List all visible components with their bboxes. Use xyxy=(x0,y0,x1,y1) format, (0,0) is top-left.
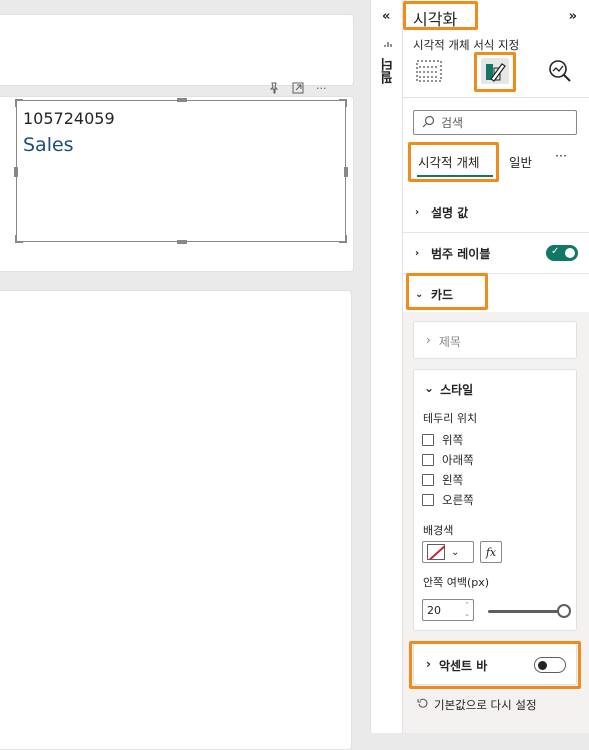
checkbox-label: 아래쪽 xyxy=(442,453,474,467)
highlight-box xyxy=(403,1,478,30)
checkbox[interactable] xyxy=(422,494,434,506)
no-color-swatch xyxy=(427,544,445,560)
resize-handle[interactable] xyxy=(339,235,347,243)
subsection-label: 제목 xyxy=(438,335,461,349)
visual-tile-top[interactable] xyxy=(0,14,354,86)
chevron-right-icon: › xyxy=(415,247,420,259)
section-callout-value[interactable]: › 설명 값 xyxy=(403,192,589,232)
resize-handle[interactable] xyxy=(14,167,18,177)
conditional-format-button[interactable]: fx xyxy=(480,541,502,563)
section-label: 설명 값 xyxy=(431,205,469,220)
resize-handle[interactable] xyxy=(344,167,348,177)
more-options-icon[interactable]: ··· xyxy=(316,83,327,95)
reset-to-default-button[interactable]: 기본값으로 다시 설정 xyxy=(417,697,537,713)
filters-pane-collapsed[interactable]: « 필터 xyxy=(370,0,402,733)
checkbox-bottom[interactable]: 아래쪽 xyxy=(422,452,474,468)
filters-label[interactable]: 필터 xyxy=(379,58,398,84)
card-value: 105724059 xyxy=(23,109,115,128)
checkbox[interactable] xyxy=(422,474,434,486)
padding-slider-track[interactable] xyxy=(488,610,562,613)
subsection-style: ⌄ 스타일 테두리 위치 위쪽 아래쪽 왼쪽 오른쪽 배경색 ⌄ fx 안쪽 여… xyxy=(413,369,577,631)
background-color-label: 배경색 xyxy=(423,524,454,537)
expand-pane-icon[interactable]: » xyxy=(569,9,577,24)
highlight-box xyxy=(474,52,516,92)
checkbox-label: 위쪽 xyxy=(442,433,464,447)
report-canvas: ··· 105724059 Sales xyxy=(0,0,370,750)
tab-more-options[interactable]: ··· xyxy=(555,148,567,163)
section-label: 범주 레이블 xyxy=(431,246,491,261)
stepper-arrows-icon[interactable]: ⌃ ⌄ xyxy=(464,601,470,619)
reset-label: 기본값으로 다시 설정 xyxy=(434,698,537,712)
resize-handle[interactable] xyxy=(15,99,23,107)
divider xyxy=(403,97,589,98)
pane-subtitle: 시각적 개체 서식 지정 xyxy=(413,38,520,52)
search-input[interactable] xyxy=(441,115,561,130)
checkbox-label: 오른쪽 xyxy=(442,493,474,507)
checkbox-right[interactable]: 오른쪽 xyxy=(422,492,474,508)
card-visual[interactable]: 105724059 Sales xyxy=(14,98,348,244)
checkbox-left[interactable]: 왼쪽 xyxy=(422,472,463,488)
pin-icon[interactable] xyxy=(268,82,280,97)
build-visual-icon[interactable] xyxy=(415,58,443,84)
subsection-title[interactable]: › 제목 xyxy=(413,321,577,359)
highlight-box xyxy=(409,641,581,689)
resize-handle[interactable] xyxy=(15,235,23,243)
focus-mode-icon[interactable] xyxy=(292,82,304,97)
border-position-label: 테두리 위치 xyxy=(423,412,478,425)
padding-input[interactable] xyxy=(427,603,455,617)
collapse-filters-icon[interactable]: « xyxy=(382,9,390,24)
chevron-right-icon: › xyxy=(426,333,431,347)
checkbox[interactable] xyxy=(422,454,434,466)
style-header[interactable]: ⌄ 스타일 xyxy=(424,381,473,398)
visual-tile-bottom[interactable] xyxy=(0,290,352,750)
background-color-picker[interactable]: ⌄ xyxy=(422,541,474,563)
padding-slider-thumb[interactable] xyxy=(557,604,571,618)
tab-general[interactable]: 일반 xyxy=(509,152,532,171)
search-box[interactable] xyxy=(413,110,577,135)
resize-handle[interactable] xyxy=(339,99,347,107)
highlight-box xyxy=(406,273,488,310)
checkbox-label: 왼쪽 xyxy=(442,473,464,487)
check-icon: ✓ xyxy=(551,246,560,257)
resize-handle[interactable] xyxy=(177,240,187,244)
checkbox-top[interactable]: 위쪽 xyxy=(422,432,463,448)
card-category-label: Sales xyxy=(23,134,74,156)
filter-icon xyxy=(384,40,392,51)
resize-handle[interactable] xyxy=(177,98,187,102)
subsection-label: 스타일 xyxy=(440,383,474,397)
section-category-label[interactable]: › 범주 레이블 ✓ xyxy=(403,233,589,273)
padding-label: 안쪽 여백(px) xyxy=(423,576,490,589)
category-label-toggle[interactable]: ✓ xyxy=(546,245,578,261)
checkbox[interactable] xyxy=(422,434,434,446)
padding-stepper[interactable]: ⌃⌄ xyxy=(422,599,474,621)
chevron-down-icon: ⌄ xyxy=(451,546,460,558)
analytics-icon[interactable] xyxy=(546,58,574,84)
chevron-down-icon: ⌄ xyxy=(424,381,435,395)
visualizations-pane: 시각화 » 시각적 개체 서식 지정 시각적 개체 일반 ·· xyxy=(402,0,589,733)
visual-header: ··· xyxy=(264,82,354,96)
chevron-right-icon: › xyxy=(415,206,420,218)
reset-icon xyxy=(417,698,428,712)
search-icon xyxy=(422,113,435,132)
highlight-box xyxy=(408,142,499,182)
